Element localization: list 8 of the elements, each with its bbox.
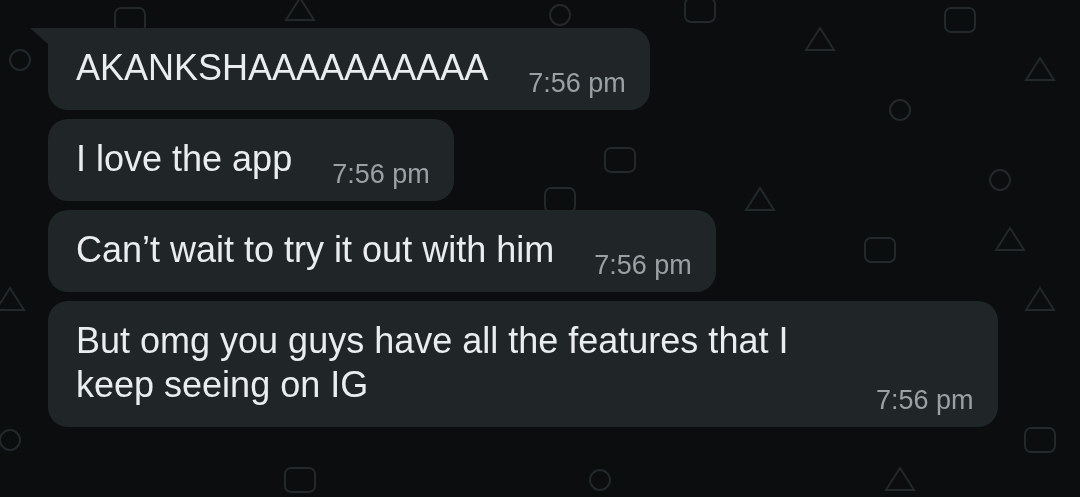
message-time: 7:56 pm [528, 68, 626, 98]
message-time: 7:56 pm [332, 159, 430, 189]
message-text: I love the app [76, 137, 293, 181]
message-text: Can’t wait to try it out with him [76, 228, 555, 272]
message-time: 7:56 pm [594, 250, 692, 280]
message-text: But omg you guys have all the features that I keep seeing on IG [76, 319, 790, 407]
message-text: AKANKSHAAAAAAAAAA [76, 46, 489, 90]
message-time: 7:56 pm [876, 385, 974, 415]
